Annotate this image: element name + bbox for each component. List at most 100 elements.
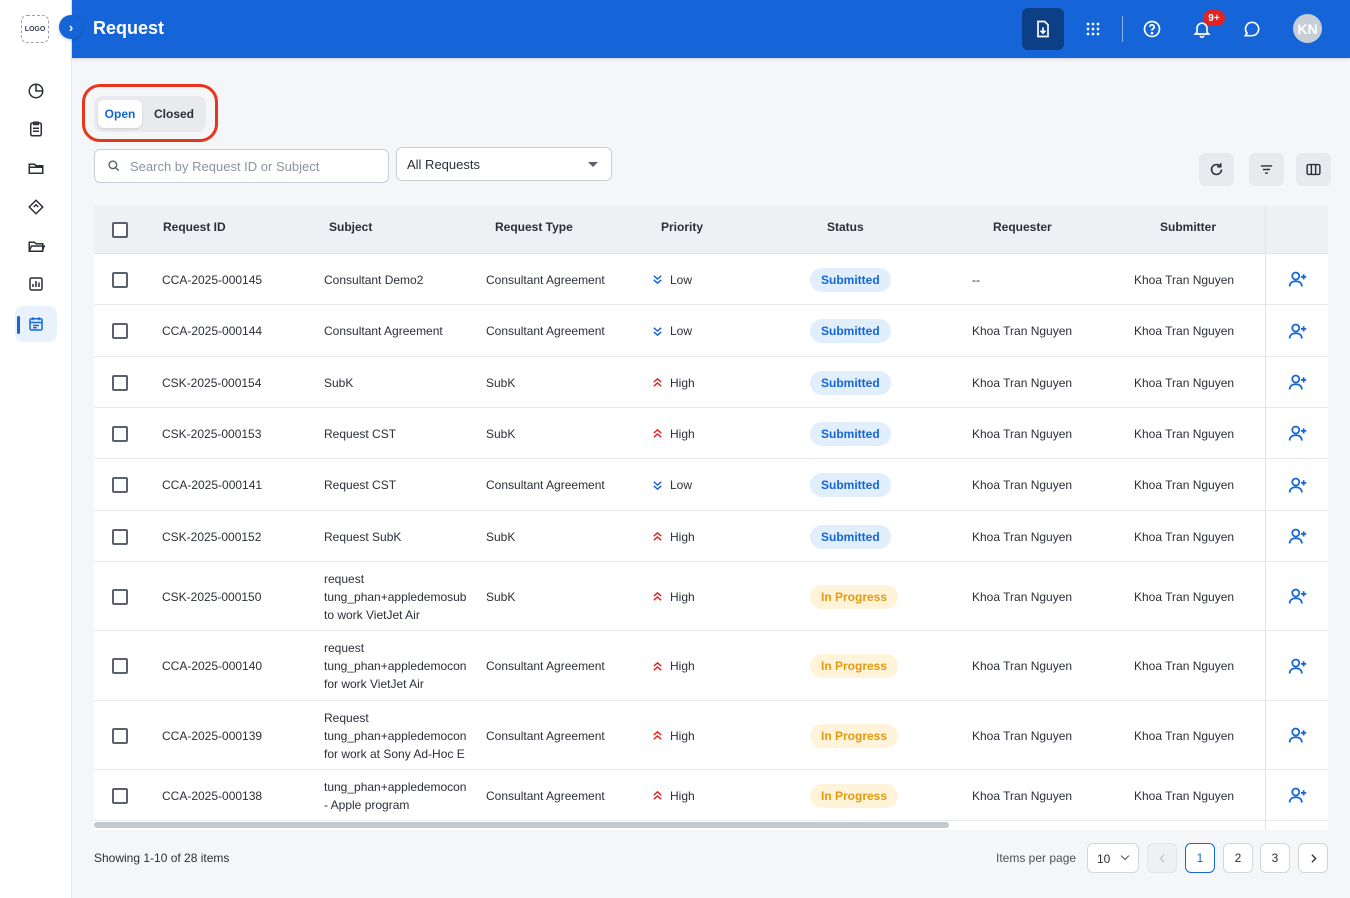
tab-open[interactable]: Open: [98, 100, 142, 128]
page-title: Request: [93, 18, 165, 38]
request-id-cell[interactable]: CSK-2025-000152: [162, 530, 261, 544]
subject-cell: request tung_phan+appledemosub to work Vie…: [324, 570, 472, 624]
apps-button[interactable]: [1072, 8, 1114, 50]
requester-cell: Khoa Tran Nguyen: [972, 728, 1073, 743]
items-per-page-value: 10: [1097, 852, 1111, 866]
subject-line: request: [324, 641, 365, 655]
messages-button[interactable]: [1231, 8, 1273, 50]
refresh-icon: [1210, 163, 1223, 176]
pagination-summary: Showing 1-10 of 28 items: [94, 851, 230, 865]
request-id-cell[interactable]: CCA-2025-000140: [162, 659, 262, 673]
items-per-page-select[interactable]: 10: [1087, 843, 1139, 873]
row-checkbox[interactable]: [112, 787, 128, 804]
row-checkbox[interactable]: [112, 528, 128, 545]
page-button-3[interactable]: 3: [1260, 843, 1290, 873]
row-checkbox[interactable]: [112, 658, 128, 674]
table-row[interactable]: CCA-2025-000138 tung_phan+appledemocon - A…: [94, 770, 1328, 821]
priority-cell: Low: [652, 324, 692, 338]
columns-button[interactable]: [1296, 153, 1331, 186]
priority-cell: Low: [652, 273, 692, 287]
submitter-cell: Khoa Tran Nguyen: [1134, 589, 1235, 604]
table-row[interactable]: CCA-2025-000141 Request CST Consultant Agr…: [94, 459, 1328, 511]
submitter-cell: Khoa Tran Nguyen: [1134, 529, 1235, 544]
request-filter-select[interactable]: All Requests: [396, 147, 612, 181]
help-button[interactable]: [1131, 8, 1173, 50]
sidebar-expand-button[interactable]: ›: [59, 15, 83, 39]
filter-button[interactable]: [1249, 153, 1284, 186]
next-page-button[interactable]: [1298, 843, 1328, 873]
sidebar-item-reports[interactable]: [15, 266, 57, 302]
subject-cell: Request CST: [324, 476, 472, 494]
table-row[interactable]: CSK-2025-000152 Request SubK SubK High Submi…: [94, 511, 1328, 562]
row-checkbox[interactable]: [112, 374, 128, 391]
prev-page-button[interactable]: [1147, 843, 1177, 873]
priority-cell: High: [652, 789, 695, 803]
row-checkbox[interactable]: [112, 271, 128, 288]
table-row[interactable]: CSK-2025-000150 request tung_phan+appledem…: [94, 562, 1328, 631]
sidebar-item-tasks[interactable]: [15, 111, 57, 147]
user-avatar[interactable]: KN: [1293, 14, 1322, 43]
priority-label: Low: [670, 324, 693, 338]
search-input[interactable]: [130, 158, 370, 174]
subject-line: Request CST: [324, 478, 397, 492]
row-checkbox[interactable]: [112, 727, 128, 744]
row-checkbox[interactable]: [112, 477, 128, 493]
status-badge: In Progress: [810, 584, 899, 609]
request-type-cell: Consultant Agreement: [486, 272, 605, 287]
request-type-cell: SubK: [486, 375, 516, 390]
request-id-cell[interactable]: CSK-2025-000154: [162, 376, 261, 390]
horizontal-scrollbar[interactable]: [94, 822, 949, 828]
column-header-subject[interactable]: Subject: [329, 220, 372, 234]
status-badge: Submitted: [810, 267, 891, 292]
table-row[interactable]: CCA-2025-000145 Consultant Demo2 Consultan…: [94, 254, 1328, 305]
items-per-page-label: Items per page: [996, 851, 1077, 865]
columns-icon: [1306, 163, 1321, 176]
table-row[interactable]: CSK-2025-000153 Request CST SubK High Submit…: [94, 408, 1328, 459]
table-header: Request ID Subject Request Type Priority…: [94, 206, 1328, 254]
status-badge: Submitted: [810, 370, 891, 395]
sidebar-item-dashboard[interactable]: [15, 73, 57, 109]
status-badge: Submitted: [810, 473, 891, 497]
row-checkbox[interactable]: [112, 323, 128, 339]
column-header-priority[interactable]: Priority: [661, 220, 703, 234]
subject-line: Consultant Agreement: [324, 324, 443, 338]
refresh-button[interactable]: [1199, 153, 1234, 186]
row-checkbox[interactable]: [112, 588, 128, 605]
request-id-cell[interactable]: CCA-2025-000139: [162, 729, 262, 743]
page-button-2[interactable]: 2: [1223, 843, 1253, 873]
request-id-cell[interactable]: CCA-2025-000141: [162, 478, 262, 492]
chevrons-up-icon: [653, 661, 662, 671]
column-header-status[interactable]: Status: [827, 220, 864, 234]
table-row[interactable]: CSK-2025-000154 SubK SubK High Submitted Khoa…: [94, 357, 1328, 408]
tab-closed[interactable]: Closed: [146, 100, 202, 128]
table-row[interactable]: CCA-2025-000140 request tung_phan+appledem…: [94, 631, 1328, 701]
table-row[interactable]: CCA-2025-000139 Request tung_phan+appledem…: [94, 701, 1328, 770]
logo[interactable]: LOGO: [21, 15, 49, 43]
chevrons-up-icon: [653, 591, 662, 601]
request-id-cell[interactable]: CCA-2025-000145: [162, 273, 262, 287]
bar-chart-icon: [29, 277, 43, 291]
sidebar-item-contracts[interactable]: [15, 189, 57, 225]
column-header-submitter[interactable]: Submitter: [1160, 220, 1216, 234]
request-id-cell[interactable]: CCA-2025-000144: [162, 324, 262, 338]
row-checkbox[interactable]: [112, 425, 128, 442]
sidebar-item-documents[interactable]: [15, 228, 57, 264]
request-id-cell[interactable]: CSK-2025-000153: [162, 427, 261, 441]
column-header-request-id[interactable]: Request ID: [163, 220, 226, 234]
column-header-request-type[interactable]: Request Type: [495, 220, 573, 234]
table-row[interactable]: CCA-2025-000144 Consultant Agreement Consu…: [94, 305, 1328, 357]
page-button-1[interactable]: 1: [1185, 843, 1215, 873]
request-type-cell: Consultant Agreement: [486, 324, 605, 338]
column-header-requester[interactable]: Requester: [993, 220, 1052, 234]
export-button[interactable]: [1022, 8, 1064, 50]
priority-cell: High: [652, 729, 695, 743]
select-all-checkbox[interactable]: [112, 222, 128, 238]
notifications-button[interactable]: 9+: [1181, 8, 1225, 50]
priority-label: High: [670, 375, 695, 390]
request-id-cell[interactable]: CSK-2025-000150: [162, 590, 261, 604]
chevrons-up-icon: [653, 377, 662, 387]
request-id-cell[interactable]: CCA-2025-000138: [162, 789, 262, 803]
actions-column: [1265, 206, 1328, 830]
sidebar-item-folders[interactable]: [15, 150, 57, 186]
sidebar-item-requests[interactable]: [15, 306, 57, 342]
